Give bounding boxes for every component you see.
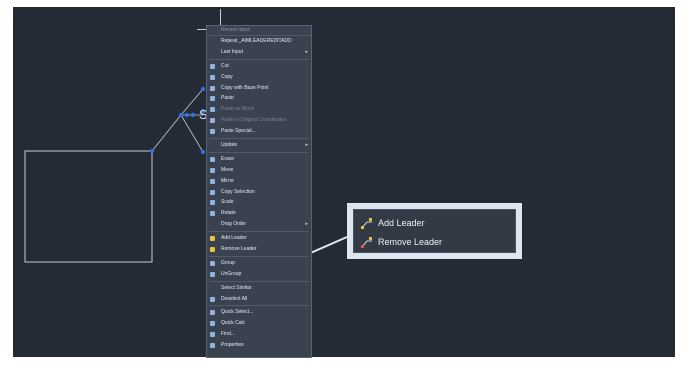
menu-item-erase[interactable]: Erase (207, 154, 311, 165)
menu-item-find[interactable]: Find... (207, 329, 311, 340)
drawing-canvas[interactable]: Siz (13, 7, 675, 357)
leader-callout-panel: Add Leader Remove Leader (353, 209, 516, 253)
add-leader-icon (210, 236, 215, 242)
menu-item-properties[interactable]: Properties (207, 340, 311, 351)
menu-item-label: Paste Special... (221, 128, 256, 135)
submenu-arrow-icon: ▸ (305, 48, 308, 55)
copy-base-icon (210, 85, 215, 91)
scale-icon (210, 200, 215, 206)
menu-item-label: Copy Selection (221, 188, 255, 195)
ungroup-icon (210, 271, 215, 277)
paste-coords-icon (210, 118, 215, 124)
menu-item-scale[interactable]: Scale (207, 197, 311, 208)
menu-item-paste-as-block[interactable]: Paste as Block (207, 104, 311, 115)
eraser-icon (210, 156, 215, 162)
group-icon (210, 260, 215, 266)
scissors-icon (210, 63, 215, 69)
menu-item-ungroup[interactable]: UnGroup (207, 269, 311, 280)
mirror-icon (210, 178, 215, 184)
menu-item-last-input[interactable]: Last Input ▸ (207, 47, 311, 58)
menu-item-label: Remove Leader (221, 246, 257, 253)
menu-item-label: Group (221, 259, 235, 266)
menu-item-deselect-all[interactable]: Deselect All (207, 294, 311, 305)
context-menu-title: Recent Input (207, 26, 311, 36)
menu-item-label: Paste as Block (221, 106, 255, 113)
deselect-icon (210, 296, 215, 302)
menu-item-label: Erase (221, 155, 235, 162)
menu-item-label: Quick Calc (221, 320, 246, 327)
menu-item-add-leader[interactable]: Add Leader (207, 233, 311, 244)
menu-item-repeat-aimleadereditadd[interactable]: Repeat _AIMLEADEREDITADD (207, 36, 311, 47)
submenu-arrow-icon: ▸ (305, 142, 308, 149)
menu-item-rotate[interactable]: Rotate (207, 208, 311, 219)
callout-remove-leader[interactable]: Remove Leader (354, 233, 515, 252)
remove-leader-icon (210, 247, 215, 253)
menu-item-label: Quick Select... (221, 309, 254, 316)
menu-item-select-similar[interactable]: Select Similar (207, 283, 311, 294)
quick-select-icon (210, 310, 215, 316)
menu-item-label: Deselect All (221, 295, 248, 302)
menu-item-label: Properties (221, 342, 244, 349)
calculator-icon (210, 321, 215, 327)
menu-item-label: Copy with Base Point (221, 84, 269, 91)
menu-separator (209, 151, 309, 153)
menu-item-label: Mirror (221, 177, 235, 184)
menu-separator (209, 58, 309, 60)
menu-item-label: Scale (221, 199, 234, 206)
menu-item-label: UnGroup (221, 270, 242, 277)
copy-icon (210, 74, 215, 80)
menu-item-copy[interactable]: Copy (207, 72, 311, 83)
paste-special-icon (210, 129, 215, 135)
menu-item-paste[interactable]: Paste (207, 93, 311, 104)
add-leader-icon (361, 218, 372, 229)
menu-item-update[interactable]: Update ▸ (207, 140, 311, 151)
callout-pointer (298, 236, 348, 259)
callout-add-leader[interactable]: Add Leader (354, 214, 515, 233)
callout-remove-leader-label: Remove Leader (378, 237, 443, 247)
menu-item-label: Cut (221, 62, 229, 69)
menu-item-label: Repeat _AIMLEADEREDITADD (221, 38, 292, 44)
move-icon (210, 167, 215, 173)
menu-separator (209, 231, 309, 233)
menu-item-label: Rotate (221, 210, 236, 217)
properties-icon (210, 343, 215, 349)
menu-item-label: Copy (221, 73, 233, 80)
menu-item-label: Paste to Original Coordinates (221, 117, 287, 124)
copy-selection-icon (210, 189, 215, 195)
menu-item-copy-selection[interactable]: Copy Selection (207, 187, 311, 198)
menu-item-label: Find... (221, 331, 235, 338)
menu-item-label: Last Input (221, 48, 243, 55)
menu-item-quick-calc[interactable]: Quick Calc (207, 318, 311, 329)
menu-item-label: Add Leader (221, 235, 247, 242)
callout-add-leader-label: Add Leader (378, 218, 425, 228)
menu-item-label: Drag Order (221, 221, 247, 228)
menu-item-mirror[interactable]: Mirror (207, 176, 311, 187)
find-icon (210, 332, 215, 338)
paste-icon (210, 96, 215, 102)
paste-block-icon (210, 107, 215, 113)
menu-item-copy-with-base-point[interactable]: Copy with Base Point (207, 83, 311, 94)
context-menu[interactable]: Recent Input Repeat _AIMLEADEREDITADD Las… (206, 25, 312, 358)
menu-item-group[interactable]: Group (207, 258, 311, 269)
menu-separator (209, 280, 309, 282)
menu-item-cut[interactable]: Cut (207, 61, 311, 72)
menu-separator (209, 138, 309, 140)
menu-separator (209, 255, 309, 257)
remove-leader-icon (361, 237, 372, 248)
leader-callout: Add Leader Remove Leader (347, 203, 522, 259)
menu-item-move[interactable]: Move (207, 165, 311, 176)
menu-item-paste-special[interactable]: Paste Special... (207, 126, 311, 137)
rotate-icon (210, 211, 215, 217)
menu-item-label: Select Similar (221, 284, 252, 291)
menu-item-label: Update (221, 142, 238, 149)
context-menu-items: Repeat _AIMLEADEREDITADD Last Input ▸ Cut Co… (207, 36, 311, 351)
menu-item-label: Paste (221, 95, 234, 102)
menu-separator (209, 305, 309, 307)
menu-item-remove-leader[interactable]: Remove Leader (207, 244, 311, 255)
menu-item-quick-select[interactable]: Quick Select... (207, 307, 311, 318)
menu-item-drag-order[interactable]: Drag Order ▸ (207, 219, 311, 230)
menu-item-label: Move (221, 166, 234, 173)
menu-item-paste-to-original-coordinates[interactable]: Paste to Original Coordinates (207, 115, 311, 126)
submenu-arrow-icon: ▸ (305, 221, 308, 228)
